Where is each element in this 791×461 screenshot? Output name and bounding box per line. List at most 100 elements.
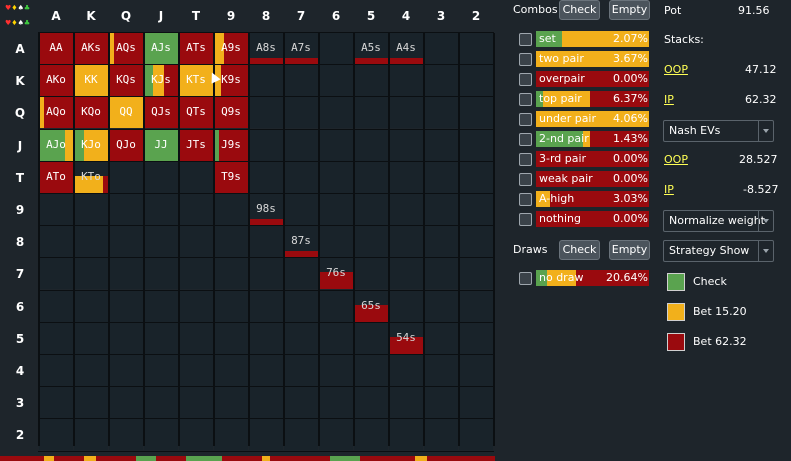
hand-cell-empty[interactable] xyxy=(284,419,318,451)
combo-row-checkbox[interactable] xyxy=(519,153,532,166)
hand-cell-87s[interactable]: 87s xyxy=(284,226,318,258)
hand-cell-empty[interactable] xyxy=(74,194,108,225)
hand-cell-empty[interactable] xyxy=(424,33,458,64)
hand-cell-empty[interactable] xyxy=(389,258,423,290)
hand-cell-empty[interactable] xyxy=(354,65,388,97)
hand-cell-kto[interactable]: KTo xyxy=(74,161,108,193)
hand-cell-empty[interactable] xyxy=(144,322,178,354)
hand-cell-empty[interactable] xyxy=(354,355,388,386)
hand-cell-empty[interactable] xyxy=(249,65,283,97)
combo-row-bar[interactable]: set 2.07% xyxy=(536,31,649,47)
hand-cell-empty[interactable] xyxy=(39,355,73,386)
row-header-9[interactable]: 9 xyxy=(0,194,40,226)
hand-cell-empty[interactable] xyxy=(354,161,388,193)
hand-cell-empty[interactable] xyxy=(249,258,283,290)
row-header-5[interactable]: 5 xyxy=(0,323,40,355)
hand-cell-empty[interactable] xyxy=(249,322,283,354)
row-header-8[interactable]: 8 xyxy=(0,226,40,258)
hand-cell-ako[interactable]: AKo xyxy=(39,65,73,97)
combo-row-bar[interactable]: A-high 3.03% xyxy=(536,191,649,207)
hand-cell-empty[interactable] xyxy=(144,258,178,290)
hand-cell-jj[interactable]: JJ xyxy=(144,129,178,161)
hand-cell-empty[interactable] xyxy=(109,290,143,322)
combo-row-checkbox[interactable] xyxy=(519,213,532,226)
hand-cell-aqs[interactable]: AQs xyxy=(109,33,143,64)
hand-cell-empty[interactable] xyxy=(74,419,108,451)
hand-cell-empty[interactable] xyxy=(39,194,73,225)
hand-cell-76s[interactable]: 76s xyxy=(319,258,353,290)
hand-cell-empty[interactable] xyxy=(249,419,283,451)
column-header-8[interactable]: 8 xyxy=(249,9,283,23)
row-header-q[interactable]: Q xyxy=(0,97,40,129)
hand-cell-empty[interactable] xyxy=(39,290,73,322)
hand-cell-empty[interactable] xyxy=(459,355,493,386)
hand-cell-empty[interactable] xyxy=(179,258,213,290)
hand-cell-empty[interactable] xyxy=(214,419,248,451)
hand-cell-empty[interactable] xyxy=(39,258,73,290)
hand-cell-empty[interactable] xyxy=(354,419,388,451)
hand-cell-empty[interactable] xyxy=(319,419,353,451)
hand-cell-empty[interactable] xyxy=(74,387,108,419)
hand-cell-empty[interactable] xyxy=(389,419,423,451)
row-header-2[interactable]: 2 xyxy=(0,419,40,451)
hand-cell-empty[interactable] xyxy=(424,258,458,290)
hand-cell-empty[interactable] xyxy=(74,355,108,386)
hand-cell-empty[interactable] xyxy=(144,290,178,322)
hand-cell-empty[interactable] xyxy=(109,194,143,225)
row-header-j[interactable]: J xyxy=(0,130,40,162)
hand-cell-empty[interactable] xyxy=(389,129,423,161)
hand-cell-empty[interactable] xyxy=(144,387,178,419)
hand-cell-empty[interactable] xyxy=(214,258,248,290)
hand-cell-ats[interactable]: ATs xyxy=(179,33,213,64)
column-header-a[interactable]: A xyxy=(39,9,73,23)
hand-cell-empty[interactable] xyxy=(389,97,423,129)
hand-cell-qts[interactable]: QTs xyxy=(179,97,213,129)
hand-cell-empty[interactable] xyxy=(144,226,178,258)
combo-row-checkbox[interactable] xyxy=(519,173,532,186)
hand-cell-aa[interactable]: AA xyxy=(39,33,73,64)
hand-cell-empty[interactable] xyxy=(249,290,283,322)
hand-cell-empty[interactable] xyxy=(179,419,213,451)
hand-cell-kqs[interactable]: KQs xyxy=(109,65,143,97)
hand-cell-empty[interactable] xyxy=(459,419,493,451)
hand-cell-empty[interactable] xyxy=(284,161,318,193)
hand-cell-empty[interactable] xyxy=(354,129,388,161)
column-header-6[interactable]: 6 xyxy=(319,9,353,23)
hand-cell-empty[interactable] xyxy=(179,161,213,193)
hand-cell-ajo[interactable]: AJo xyxy=(39,129,73,161)
hand-cell-empty[interactable] xyxy=(249,355,283,386)
hand-cell-empty[interactable] xyxy=(319,355,353,386)
combo-row-checkbox[interactable] xyxy=(519,33,532,46)
hand-cell-empty[interactable] xyxy=(179,322,213,354)
hand-cell-empty[interactable] xyxy=(459,65,493,97)
hand-cell-empty[interactable] xyxy=(214,322,248,354)
combo-row-bar[interactable]: nothing 0.00% xyxy=(536,211,649,227)
hand-cell-a5s[interactable]: A5s xyxy=(354,33,388,64)
hand-cell-empty[interactable] xyxy=(424,419,458,451)
hand-cell-ato[interactable]: ATo xyxy=(39,161,73,193)
hand-cell-empty[interactable] xyxy=(319,387,353,419)
draw-row-checkbox[interactable] xyxy=(519,272,532,285)
hand-cell-empty[interactable] xyxy=(459,161,493,193)
hand-cell-empty[interactable] xyxy=(109,322,143,354)
hand-cell-empty[interactable] xyxy=(284,355,318,386)
hand-cell-empty[interactable] xyxy=(214,355,248,386)
hand-cell-empty[interactable] xyxy=(144,161,178,193)
hand-cell-empty[interactable] xyxy=(144,419,178,451)
hand-cell-empty[interactable] xyxy=(389,290,423,322)
hand-cell-kts[interactable]: KTs xyxy=(179,65,213,97)
row-header-t[interactable]: T xyxy=(0,162,40,194)
hand-cell-empty[interactable] xyxy=(39,226,73,258)
hand-cell-empty[interactable] xyxy=(354,258,388,290)
hand-cell-empty[interactable] xyxy=(319,33,353,64)
hand-cell-a4s[interactable]: A4s xyxy=(389,33,423,64)
hand-cell-empty[interactable] xyxy=(109,161,143,193)
combo-row-checkbox[interactable] xyxy=(519,193,532,206)
row-header-7[interactable]: 7 xyxy=(0,258,40,290)
column-header-7[interactable]: 7 xyxy=(284,9,318,23)
hand-cell-empty[interactable] xyxy=(424,129,458,161)
hand-cell-j9s[interactable]: J9s xyxy=(214,129,248,161)
column-header-q[interactable]: Q xyxy=(109,9,143,23)
hand-cell-empty[interactable] xyxy=(459,97,493,129)
hand-cell-empty[interactable] xyxy=(319,65,353,97)
